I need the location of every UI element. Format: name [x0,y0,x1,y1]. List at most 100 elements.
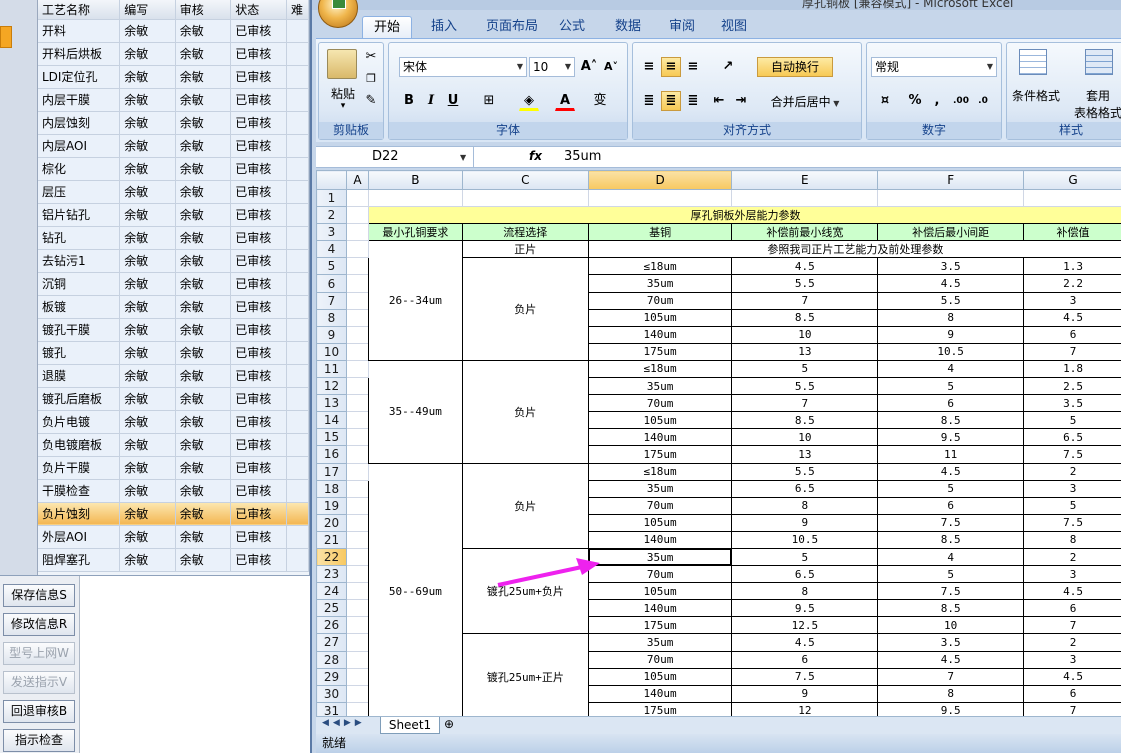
grid-col-header[interactable]: 难 [286,0,309,20]
min-spacing-cell[interactable]: 5 [877,565,1025,584]
row-header[interactable]: 17 [316,462,347,481]
font-color-icon[interactable]: A [555,91,575,111]
min-line-width-cell[interactable]: 8.5 [731,308,879,327]
compensation-cell[interactable]: 2 [1023,462,1121,481]
paste-button[interactable]: 粘贴 [323,85,363,102]
row-header[interactable]: 14 [316,411,347,430]
compensation-cell[interactable]: 3.5 [1023,394,1121,413]
row-header[interactable]: 23 [316,565,347,584]
cell-a[interactable] [345,240,369,259]
grid-row[interactable]: 内层干膜 余敏 余敏 已审核 [38,88,309,112]
grid-row[interactable]: 层压 余敏 余敏 已审核 [38,180,309,204]
column-heading[interactable]: 补偿前最小线宽 [731,223,879,242]
cell-a[interactable] [345,308,369,327]
row-header[interactable]: 22 [316,547,347,567]
min-spacing-cell[interactable]: 5 [877,377,1025,396]
shrink-font-icon[interactable]: A˅ [601,57,621,77]
min-line-width-cell[interactable]: 8 [731,582,879,601]
compensation-cell[interactable]: 6 [1023,325,1121,344]
grid-col-header[interactable]: 工艺名称 [38,0,121,20]
worksheet-grid[interactable]: A B C D E F G 1 2 厚孔铜板外层能力参数 3 最小孔铜要求 流程选择 基铜 补偿前最小线宽补… [316,170,1121,716]
min-spacing-cell[interactable]: 3.5 [877,257,1025,276]
min-line-width-cell[interactable]: 13 [731,342,879,361]
new-sheet-icon[interactable]: ⊕ [444,717,454,731]
base-copper-cell[interactable]: ≤18um [587,257,733,276]
column-heading[interactable]: 最小孔铜要求 [367,223,463,242]
wrap-text-button[interactable]: 自动换行 [757,57,833,77]
base-copper-cell[interactable]: 35um [587,274,733,293]
min-spacing-cell[interactable]: 4 [877,359,1025,379]
increase-decimal-icon[interactable]: .00 [951,91,971,111]
base-copper-cell[interactable]: 105um [587,667,733,686]
cell-a[interactable] [345,701,369,716]
column-header[interactable]: B [367,170,463,190]
italic-icon[interactable]: I [421,91,441,111]
grid-row[interactable]: 干膜检查 余敏 余敏 已审核 [38,479,309,503]
grid-row[interactable]: 负片电镀 余敏 余敏 已审核 [38,410,309,434]
left-action-button[interactable]: 发送指示V [3,671,75,694]
row-header[interactable]: 21 [316,530,347,549]
column-header[interactable]: G [1023,170,1121,190]
min-line-width-cell[interactable]: 10 [731,325,879,344]
align-center-icon[interactable]: ≣ [661,91,681,111]
cell-a[interactable] [345,667,369,686]
font-name-box[interactable]: 宋体 ▼ [399,57,527,77]
align-left-icon[interactable]: ≣ [639,91,659,111]
column-header[interactable]: E [731,170,879,190]
grid-row[interactable]: 棕化 余敏 余敏 已审核 [38,157,309,181]
min-spacing-cell[interactable]: 8.5 [877,411,1025,430]
base-copper-cell[interactable]: 175um [587,701,733,716]
cell-a[interactable] [345,462,369,481]
cell-a[interactable] [345,325,369,344]
cell-a[interactable] [345,530,369,549]
compensation-cell[interactable]: 3 [1023,291,1121,310]
min-spacing-cell[interactable]: 7.5 [877,582,1025,601]
min-line-width-cell[interactable]: 4.5 [731,633,879,652]
grid-row[interactable]: 镀孔 余敏 余敏 已审核 [38,341,309,365]
grid-row[interactable]: 去钻污1 余敏 余敏 已审核 [38,249,309,273]
cell-a[interactable] [345,206,369,225]
min-spacing-cell[interactable]: 5 [877,479,1025,498]
column-header[interactable]: C [461,170,589,190]
cell-a[interactable] [345,342,369,361]
min-spacing-cell[interactable]: 7 [877,667,1025,686]
min-line-width-cell[interactable]: 13 [731,445,879,464]
row-header[interactable]: 28 [316,650,347,669]
formula-input[interactable]: 35um [564,147,601,167]
cell-a[interactable] [345,565,369,584]
min-line-width-cell[interactable]: 10 [731,428,879,447]
left-action-button[interactable]: 回退审核B [3,700,75,723]
ribbon-tab[interactable]: 公式 [552,16,592,38]
row-header[interactable]: 25 [316,599,347,618]
bold-icon[interactable]: B [399,91,419,111]
base-copper-cell[interactable]: 140um [587,684,733,703]
row-header[interactable]: 31 [316,701,347,716]
min-spacing-cell[interactable]: 10.5 [877,342,1025,361]
table-title[interactable]: 厚孔铜板外层能力参数 [367,206,1121,225]
sheet-tab[interactable]: Sheet1 [380,717,440,734]
base-copper-cell[interactable]: 140um [587,428,733,447]
underline-icon[interactable]: U [443,91,463,111]
min-spacing-cell[interactable]: 8.5 [877,530,1025,549]
left-action-button[interactable]: 修改信息R [3,613,75,636]
row-header[interactable]: 20 [316,513,347,532]
row-header[interactable]: 27 [316,633,347,652]
row-header[interactable]: 26 [316,616,347,635]
min-line-width-cell[interactable]: 9 [731,684,879,703]
base-copper-cell[interactable]: 35um [587,377,733,396]
note-cell[interactable]: 参照我司正片工艺能力及前处理参数 [587,240,1121,259]
min-spacing-cell[interactable]: 8.5 [877,599,1025,618]
min-spacing-cell[interactable]: 4 [877,547,1025,567]
row-header[interactable]: 7 [316,291,347,310]
grid-row[interactable]: 外层AOI 余敏 余敏 已审核 [38,525,309,549]
min-line-width-cell[interactable]: 5.5 [731,377,879,396]
cell-a[interactable] [345,513,369,532]
grid-row[interactable]: 钻孔 余敏 余敏 已审核 [38,226,309,250]
base-copper-cell[interactable]: ≤18um [587,462,733,481]
column-header[interactable]: F [877,170,1025,190]
paste-icon[interactable] [327,49,357,79]
increase-indent-icon[interactable]: ⇥ [731,91,751,111]
row-header[interactable]: 19 [316,496,347,515]
row-header[interactable]: 3 [316,223,347,242]
empty-cell[interactable] [587,188,733,208]
